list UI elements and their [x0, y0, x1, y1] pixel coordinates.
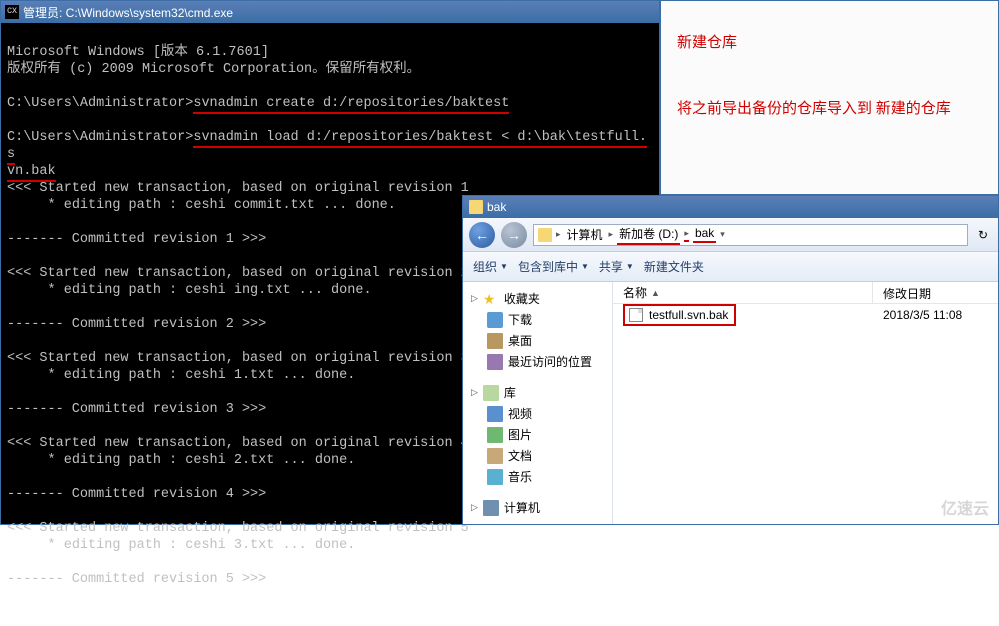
file-date: 2018/3/5 11:08 [873, 308, 962, 322]
cmd-title: 管理员: C:\Windows\system32\cmd.exe [23, 4, 233, 21]
folder-icon [469, 200, 483, 214]
sidebar-libraries[interactable]: ▷库 [463, 382, 612, 403]
cmd-out: ------- Committed revision 5 >>> [7, 571, 653, 588]
library-icon [483, 385, 499, 401]
recent-icon [487, 354, 503, 370]
annotation-1: 新建仓库 [677, 31, 737, 52]
share-menu[interactable]: 共享▼ [599, 258, 634, 275]
sort-asc-icon: ▲ [651, 288, 660, 298]
sidebar-computer[interactable]: ▷ 计算机 [463, 497, 612, 518]
sidebar-label: 最近访问的位置 [508, 353, 592, 370]
pictures-icon [487, 427, 503, 443]
include-library-menu[interactable]: 包含到库中▼ [518, 258, 589, 275]
refresh-button[interactable]: ↻ [974, 224, 992, 246]
file-icon [629, 308, 643, 322]
file-row[interactable]: testfull.svn.bak 2018/3/5 11:08 [613, 304, 998, 326]
cmd-out: * editing path : ceshi 3.txt ... done. [7, 537, 653, 554]
star-icon: ★ [483, 291, 499, 307]
downloads-icon [487, 312, 503, 328]
cmd-prompt1: C:\Users\Administrator> [7, 96, 193, 111]
cmd-banner2: 版权所有 (c) 2009 Microsoft Corporation。保留所有… [7, 61, 653, 78]
explorer-window: bak ← → ▸ 计算机 ▸ 新加卷 (D:) ▸ bak ▾ ↻ 组织▼ 包… [462, 195, 999, 525]
sidebar-label: 收藏夹 [504, 290, 540, 307]
address-bar[interactable]: ▸ 计算机 ▸ 新加卷 (D:) ▸ bak ▾ [533, 224, 968, 246]
chevron-right-icon: ▷ [471, 387, 478, 398]
file-name: testfull.svn.bak [649, 308, 728, 322]
forward-button[interactable]: → [501, 222, 527, 248]
explorer-body: ▷★收藏夹 下载 桌面 最近访问的位置 ▷库 视频 图片 文档 音乐 ▷计算机 … [463, 282, 998, 524]
explorer-title: bak [487, 200, 506, 214]
annotation-2: 将之前导出备份的仓库导入到 新建的仓库 [677, 98, 951, 120]
chevron-right-icon[interactable]: ▸ [609, 229, 614, 240]
sidebar-videos[interactable]: 视频 [463, 403, 612, 424]
column-label: 名称 [623, 284, 647, 301]
sidebar-desktop[interactable]: 桌面 [463, 330, 612, 351]
chevron-down-icon[interactable]: ▾ [720, 229, 725, 240]
chevron-right-icon[interactable]: ▸ [684, 228, 689, 242]
cmd-prompt2: C:\Users\Administrator> [7, 130, 193, 145]
cmd-banner1: Microsoft Windows [版本 6.1.7601] [7, 44, 653, 61]
crumb-drive[interactable]: 新加卷 (D:) [617, 225, 680, 245]
crumb-computer[interactable]: 计算机 [565, 226, 605, 243]
chevron-right-icon: ▷ [471, 293, 478, 304]
organize-menu[interactable]: 组织▼ [473, 258, 508, 275]
cmd-command1: svnadmin create d:/repositories/baktest [193, 96, 509, 114]
music-icon [487, 469, 503, 485]
sidebar-label: 下载 [508, 311, 532, 328]
chevron-right-icon[interactable]: ▸ [556, 229, 561, 240]
sidebar-label: 图片 [508, 426, 532, 443]
sidebar-label: 视频 [508, 405, 532, 422]
file-header: 名称 ▲ 修改日期 [613, 282, 998, 304]
annotation-box: 新建仓库 将之前导出备份的仓库导入到 新建的仓库 [660, 0, 999, 195]
chevron-down-icon: ▼ [581, 262, 589, 271]
sidebar-label: 文档 [508, 447, 532, 464]
file-highlighted: testfull.svn.bak [623, 304, 736, 326]
explorer-sidebar: ▷★收藏夹 下载 桌面 最近访问的位置 ▷库 视频 图片 文档 音乐 ▷计算机 [463, 282, 613, 524]
column-modified[interactable]: 修改日期 [873, 282, 998, 303]
explorer-navbar: ← → ▸ 计算机 ▸ 新加卷 (D:) ▸ bak ▾ ↻ [463, 218, 998, 252]
explorer-titlebar[interactable]: bak [463, 196, 998, 218]
file-pane[interactable]: 名称 ▲ 修改日期 testfull.svn.bak 2018/3/5 11:08 [613, 282, 998, 524]
chevron-right-icon: ▷ [471, 502, 478, 513]
cmd-titlebar[interactable]: cx 管理员: C:\Windows\system32\cmd.exe [1, 1, 659, 23]
sidebar-recent[interactable]: 最近访问的位置 [463, 351, 612, 372]
cmd-icon: cx [5, 5, 19, 19]
sidebar-label: 音乐 [508, 468, 532, 485]
sidebar-label: 库 [504, 384, 516, 401]
videos-icon [487, 406, 503, 422]
sidebar-favorites[interactable]: ▷ ★ 收藏夹 [463, 288, 612, 309]
sidebar-label: 计算机 [504, 499, 540, 516]
folder-icon [538, 228, 552, 242]
chevron-down-icon: ▼ [500, 262, 508, 271]
sidebar-pictures[interactable]: 图片 [463, 424, 612, 445]
crumb-folder[interactable]: bak [693, 226, 716, 243]
new-folder-button[interactable]: 新建文件夹 [644, 258, 704, 275]
sidebar-label: 桌面 [508, 332, 532, 349]
explorer-toolbar: 组织▼ 包含到库中▼ 共享▼ 新建文件夹 [463, 252, 998, 282]
sidebar-documents[interactable]: 文档 [463, 445, 612, 466]
desktop-icon [487, 333, 503, 349]
back-button[interactable]: ← [469, 222, 495, 248]
column-label: 修改日期 [883, 287, 931, 301]
watermark: 亿速云 [941, 495, 989, 519]
computer-icon [483, 500, 499, 516]
column-name[interactable]: 名称 ▲ [613, 282, 873, 303]
chevron-down-icon: ▼ [626, 262, 634, 271]
sidebar-music[interactable]: 音乐 [463, 466, 612, 487]
documents-icon [487, 448, 503, 464]
sidebar-downloads[interactable]: 下载 [463, 309, 612, 330]
